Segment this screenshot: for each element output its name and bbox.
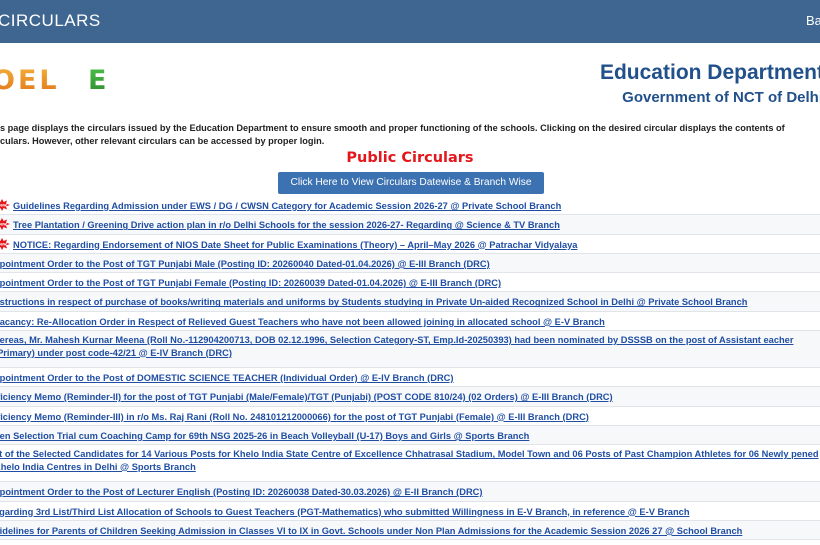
department-name: Education Department [599,61,820,84]
circular-link[interactable]: nstructions in respect of purchase of bo… [0,296,747,309]
circular-row: st of the Selected Candidates for 14 Var… [0,445,820,483]
intro-line-1: s page displays the circulars issued by … [0,123,785,133]
page-header-title: CIRCULARS [0,11,101,30]
circular-link[interactable]: Vacancy: Re-Allocation Order in Respect … [0,316,605,329]
circular-row: fficiency Memo (Reminder-III) in r/o Ms.… [0,406,820,426]
svg-text:new: new [0,203,7,208]
back-link[interactable]: Ba [806,13,820,28]
svg-text:new: new [0,241,7,246]
public-circulars-title: Public Circulars [346,150,474,166]
intro-text: s page displays the circulars issued by … [0,122,820,148]
circular-link[interactable]: pen Selection Trial cum Coaching Camp fo… [0,430,529,443]
circular-row: fficiency Memo (Reminder-II) for the pos… [0,387,820,407]
circular-link[interactable]: st of the Selected Candidates for 14 Var… [0,448,820,473]
new-badge-icon: new [0,237,10,250]
new-badge-icon: new [0,218,10,231]
top-navbar: CIRCULARS Ba [0,0,820,43]
circulars-list: new Guidelines Regarding Admission under … [0,196,820,545]
circular-link[interactable]: Tree Plantation / Greening Drive action … [13,219,560,232]
circular-row: ppointment Order to the Post of TGT Urdu… [0,540,820,545]
circular-link[interactable]: NOTICE: Regarding Endorsement of NIOS Da… [13,239,577,252]
circular-row: uidelines for Parents of Children Seekin… [0,520,820,541]
del-e-logo: OEL E [0,65,106,96]
circular-link[interactable]: ppointment Order to the Post of DOMESTIC… [0,372,453,385]
circular-row: new Guidelines Regarding Admission under … [0,196,820,216]
circular-row: ppointment Order to the Post of Lecturer… [0,482,820,502]
circular-row: pen Selection Trial cum Coaching Camp fo… [0,425,820,446]
circular-row: nstructions in respect of purchase of bo… [0,292,820,312]
circular-row: ppointment Order to the Post of TGT Punj… [0,273,820,293]
circular-link[interactable]: ppointment Order to the Post of TGT Punj… [0,277,501,290]
circular-link[interactable]: fficiency Memo (Reminder-III) in r/o Ms.… [0,411,589,424]
view-circulars-datewise-button[interactable]: Click Here to View Circulars Datewise & … [278,172,544,194]
government-name: Government of NCT of Delhi [622,89,820,106]
circular-row: new NOTICE: Regarding Endorsement of NIOS… [0,234,820,254]
circular-row: ppointment Order to the Post of TGT Punj… [0,253,820,274]
circular-row: Vacancy: Re-Allocation Order in Respect … [0,311,820,332]
circular-link[interactable]: ppointment Order to the Post of TGT Punj… [0,258,490,271]
circular-link[interactable]: egarding 3rd List/Third List Allocation … [0,506,690,519]
svg-text:new: new [0,222,7,227]
circular-link[interactable]: fficiency Memo (Reminder-II) for the pos… [0,391,613,404]
circular-link[interactable]: uidelines for Parents of Children Seekin… [0,525,742,538]
svg-text:OEL: OEL [0,65,60,96]
circular-link[interactable]: ppointment Order to the Post of Lecturer… [0,486,482,499]
intro-line-2: culars. However, other relevant circular… [0,136,325,146]
circular-row: hereas, Mr. Mahesh Kurnar Meena (Roll No… [0,331,820,369]
circular-row: ppointment Order to the Post of DOMESTIC… [0,368,820,388]
circular-row: new Tree Plantation / Greening Drive acti… [0,215,820,235]
svg-text:E: E [88,65,106,96]
circular-link[interactable]: hereas, Mr. Mahesh Kurnar Meena (Roll No… [0,334,820,359]
new-badge-icon: new [0,199,10,211]
circular-link[interactable]: Guidelines Regarding Admission under EWS… [13,200,561,213]
circular-row: egarding 3rd List/Third List Allocation … [0,501,820,521]
department-heading: Education Department Government of NCT o… [600,60,820,108]
